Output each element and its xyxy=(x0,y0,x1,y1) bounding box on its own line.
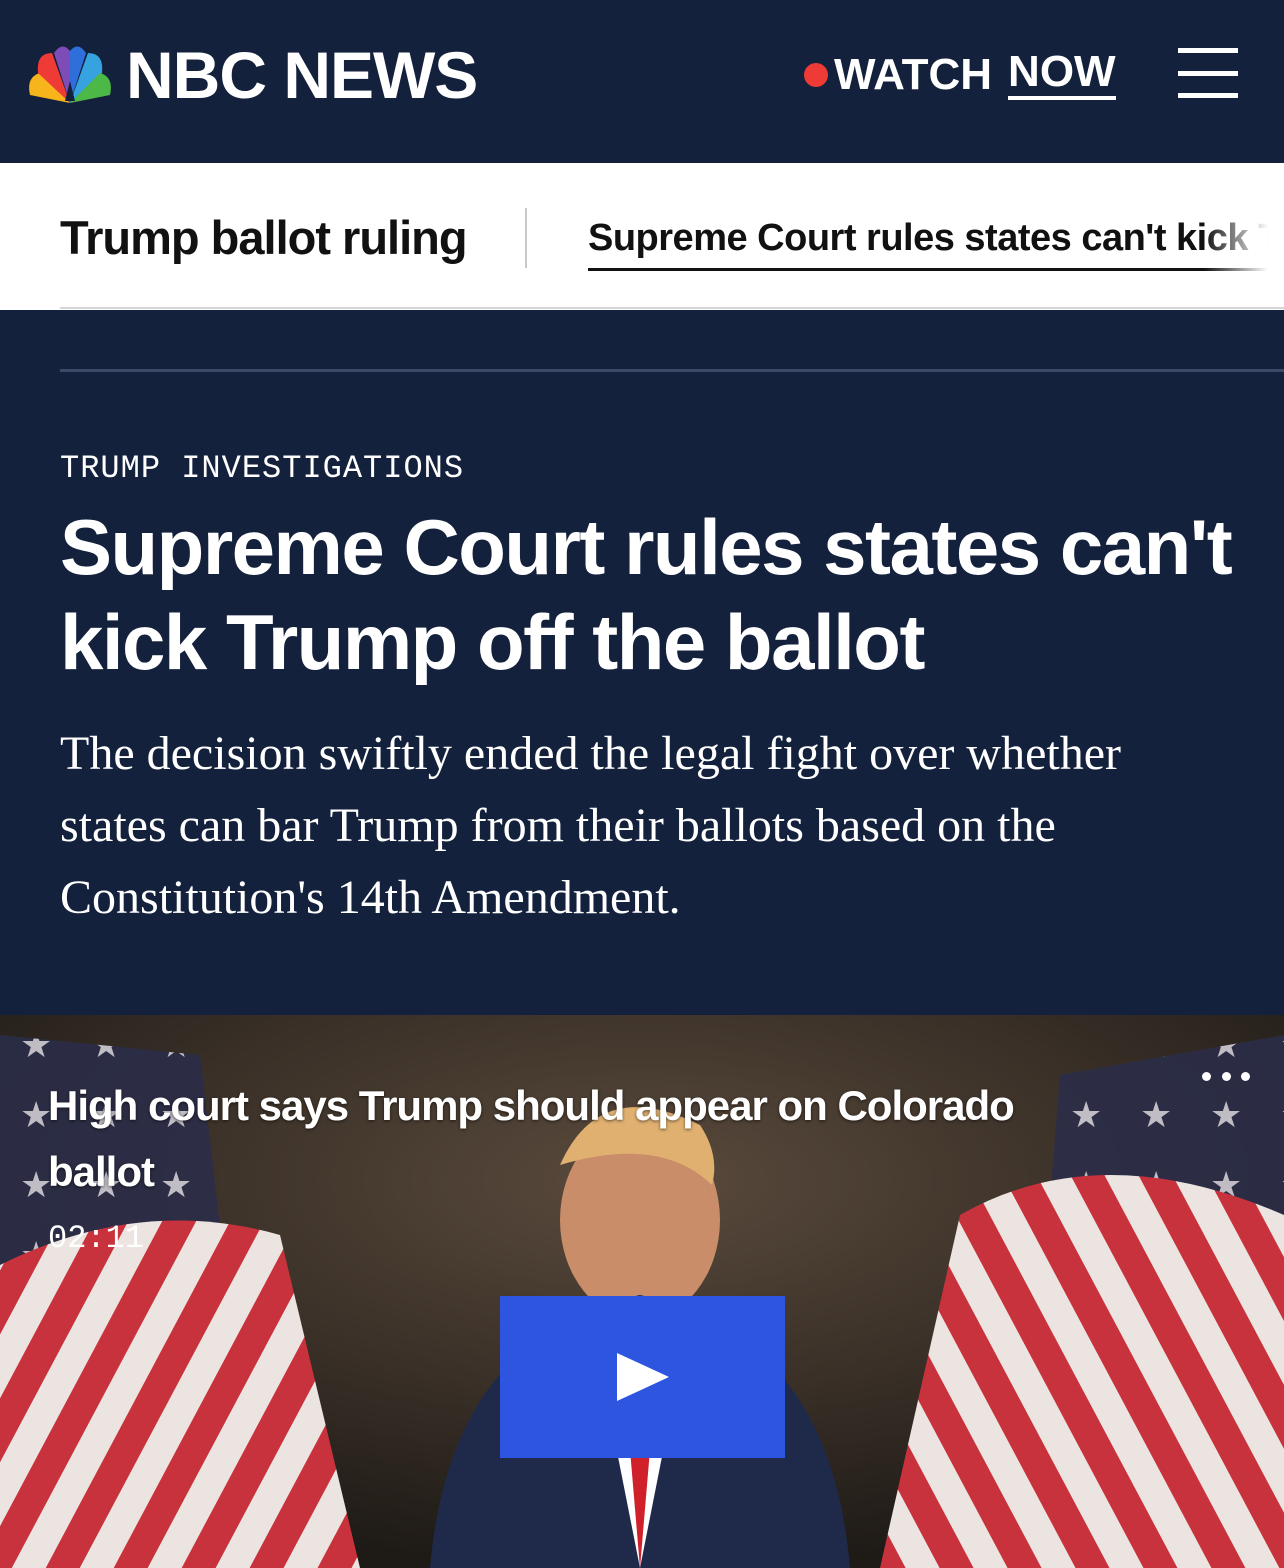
hamburger-menu-icon[interactable] xyxy=(1178,48,1238,98)
menu-bar xyxy=(1178,48,1238,53)
more-dot xyxy=(1202,1071,1211,1081)
article-headline: Supreme Court rules states can't kick Tr… xyxy=(60,503,1233,686)
site-header: NBC NEWS WATCH NOW xyxy=(0,0,1284,163)
menu-bar xyxy=(1178,70,1238,76)
video-player[interactable]: ★ High court says Trump should appear on… xyxy=(0,1015,1284,1568)
watch-now-link[interactable]: WATCH NOW xyxy=(804,48,1116,102)
subnav-topic-title[interactable]: Trump ballot ruling xyxy=(60,210,468,265)
brand-wordmark: NBC NEWS xyxy=(126,38,478,112)
more-dot xyxy=(1221,1071,1231,1081)
subnav-fade xyxy=(1204,163,1284,310)
hero-rule xyxy=(60,369,1284,372)
peacock-logo-icon xyxy=(29,46,111,103)
video-title[interactable]: High court says Trump should appear on C… xyxy=(48,1073,1048,1205)
subnav-divider-line xyxy=(60,307,1284,309)
subnav-divider xyxy=(525,208,527,268)
play-button[interactable] xyxy=(500,1296,785,1458)
live-dot-icon xyxy=(804,63,828,87)
menu-bar xyxy=(1178,93,1238,98)
topic-subnav: Trump ballot ruling Supreme Court rules … xyxy=(0,163,1284,310)
nbc-news-logo[interactable]: NBC NEWS xyxy=(28,38,478,112)
more-dot xyxy=(1241,1071,1250,1081)
now-label: NOW xyxy=(1008,50,1116,100)
section-eyebrow[interactable]: TRUMP INVESTIGATIONS xyxy=(60,450,464,487)
watch-label: WATCH xyxy=(834,50,993,99)
article-dek: The decision swiftly ended the legal fig… xyxy=(60,727,1121,924)
video-duration: 02:11 xyxy=(48,1220,145,1257)
play-icon xyxy=(616,1353,669,1401)
more-options-icon[interactable] xyxy=(1202,1061,1250,1091)
subnav-active-link[interactable]: Supreme Court rules states can't kick T xyxy=(588,217,1281,271)
